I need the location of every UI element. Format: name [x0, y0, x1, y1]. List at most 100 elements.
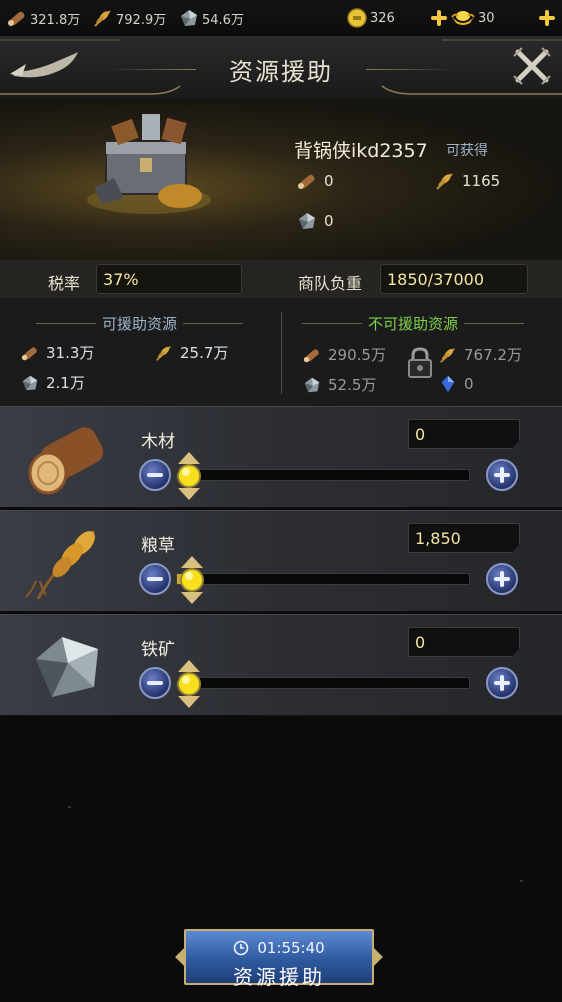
wood-icon [298, 174, 315, 189]
resource-aid-button[interactable]: 01:55:40 资源援助 [175, 925, 383, 989]
unavailable-grain-value: 767.2万 [464, 346, 522, 364]
iron-icon [181, 10, 197, 26]
march-timer-value: 01:55:40 [257, 939, 325, 957]
available-iron-value: 2.1万 [46, 374, 85, 392]
grain-icon [436, 173, 453, 190]
resource-row-wood: 木材 0 [0, 406, 562, 508]
grain-icon [440, 347, 456, 363]
available-header: 可援助资源 [30, 313, 249, 334]
topbar-grain-value: 792.9万 [116, 12, 167, 28]
topbar-coins: 326 [346, 7, 395, 29]
available-title: 可援助资源 [102, 315, 178, 333]
unavailable-iron: 52.5万 [302, 374, 376, 395]
available-wood: 31.3万 [20, 342, 94, 363]
unavailable-gem: 0 [438, 374, 474, 394]
wood-decrease-button[interactable] [139, 459, 171, 491]
grain-icon [156, 345, 172, 361]
topbar-wood: 321.8万 [6, 7, 80, 29]
resource-availability-panel: 可援助资源 31.3万 25.7万 2.1万 不可援助资源 290.5万 767… [0, 298, 562, 406]
iron-slider-thumb[interactable] [176, 660, 202, 708]
coin-icon [347, 8, 367, 28]
grain-slider[interactable] [176, 556, 470, 604]
available-grain-value: 25.7万 [180, 344, 229, 362]
availability-divider [281, 312, 282, 394]
available-iron: 2.1万 [20, 372, 85, 393]
unavailable-wood: 290.5万 [302, 344, 386, 365]
resource-aid-button-face: 01:55:40 资源援助 [184, 929, 374, 989]
topbar-wood-value: 321.8万 [30, 12, 81, 28]
available-grain: 25.7万 [154, 342, 228, 363]
grain-amount-input[interactable]: 1,850 [408, 523, 520, 553]
gain-grain-value: 1165 [462, 172, 501, 190]
gain-label: 可获得 [446, 143, 488, 159]
background-speck [68, 806, 71, 808]
unavailable-header: 不可援助资源 [296, 313, 530, 334]
wood-log-icon [28, 427, 104, 495]
gain-iron: 0 [296, 210, 334, 232]
load-label: 商队负重 [298, 274, 363, 293]
iron-ore-icon [36, 637, 98, 697]
resource-topbar: 321.8万 792.9万 54.6万 326 30 [0, 0, 562, 36]
wood-label: 木材 [141, 432, 175, 452]
unavailable-title: 不可援助资源 [368, 315, 459, 333]
load-value: 1850/37000 [380, 264, 528, 294]
tax-value: 37% [96, 264, 242, 294]
close-icon [513, 47, 551, 85]
unavailable-iron-value: 52.5万 [328, 376, 377, 394]
add-currency-plus-icon[interactable] [538, 9, 556, 27]
grain-sheaf-icon [25, 529, 96, 600]
add-gold-plus-icon[interactable] [430, 9, 448, 27]
topbar-iron: 54.6万 [178, 7, 244, 29]
grain-decrease-button[interactable] [139, 563, 171, 595]
march-timer: 01:55:40 [186, 939, 372, 957]
background-speck [268, 636, 271, 638]
topbar-gold-value: 30 [478, 10, 495, 26]
iron-decrease-button[interactable] [139, 667, 171, 699]
page-title: 资源援助 [229, 58, 333, 86]
grain-increase-button[interactable] [486, 563, 518, 595]
iron-slider[interactable] [176, 660, 470, 708]
gain-iron-value: 0 [324, 212, 334, 230]
resource-aid-button-label: 资源援助 [233, 965, 325, 989]
unavailable-grain: 767.2万 [438, 344, 522, 365]
lock-icon [408, 347, 432, 378]
wood-slider-thumb[interactable] [176, 452, 202, 500]
gain-wood-value: 0 [324, 172, 334, 190]
unavailable-gem-value: 0 [464, 375, 474, 393]
gold-ingot-icon [451, 11, 475, 25]
iron-label: 铁矿 [141, 640, 175, 660]
iron-icon [304, 377, 320, 392]
iron-icon [22, 375, 38, 390]
grain-icon [94, 10, 111, 27]
aid-summary-panel: 背锅侠ikd2357 可获得 0 1165 0 [0, 98, 562, 260]
wood-amount-input[interactable]: 0 [408, 419, 520, 449]
topbar-iron-value: 54.6万 [202, 12, 244, 28]
gem-icon [441, 375, 455, 393]
resource-row-grain: 粮草 1,850 [0, 510, 562, 612]
tax-label: 税率 [48, 274, 81, 293]
wood-icon [303, 348, 319, 362]
wood-increase-button[interactable] [486, 459, 518, 491]
iron-icon [299, 213, 315, 229]
iron-amount-input[interactable]: 0 [408, 627, 520, 657]
gain-grain: 1165 [434, 170, 500, 192]
wood-slider[interactable] [176, 452, 470, 500]
topbar-gold: 30 [450, 7, 495, 29]
wood-icon [21, 346, 37, 360]
gain-wood: 0 [296, 170, 334, 192]
tax-load-row: 税率 37% 商队负重 1850/37000 [0, 260, 562, 298]
available-wood-value: 31.3万 [46, 344, 95, 362]
unavailable-wood-value: 290.5万 [328, 346, 386, 364]
grain-slider-thumb[interactable] [179, 556, 205, 604]
wood-icon [8, 11, 25, 26]
resource-row-iron: 铁矿 0 [0, 614, 562, 716]
page-header: 资源援助 [0, 36, 562, 98]
iron-increase-button[interactable] [486, 667, 518, 699]
close-button[interactable] [510, 44, 554, 88]
resource-chest-icon [87, 114, 211, 214]
topbar-coins-value: 326 [370, 10, 395, 26]
topbar-grain: 792.9万 [92, 7, 166, 29]
grain-label: 粮草 [141, 536, 175, 556]
player-name: 背锅侠ikd2357 [294, 140, 428, 162]
background-speck [520, 880, 523, 882]
